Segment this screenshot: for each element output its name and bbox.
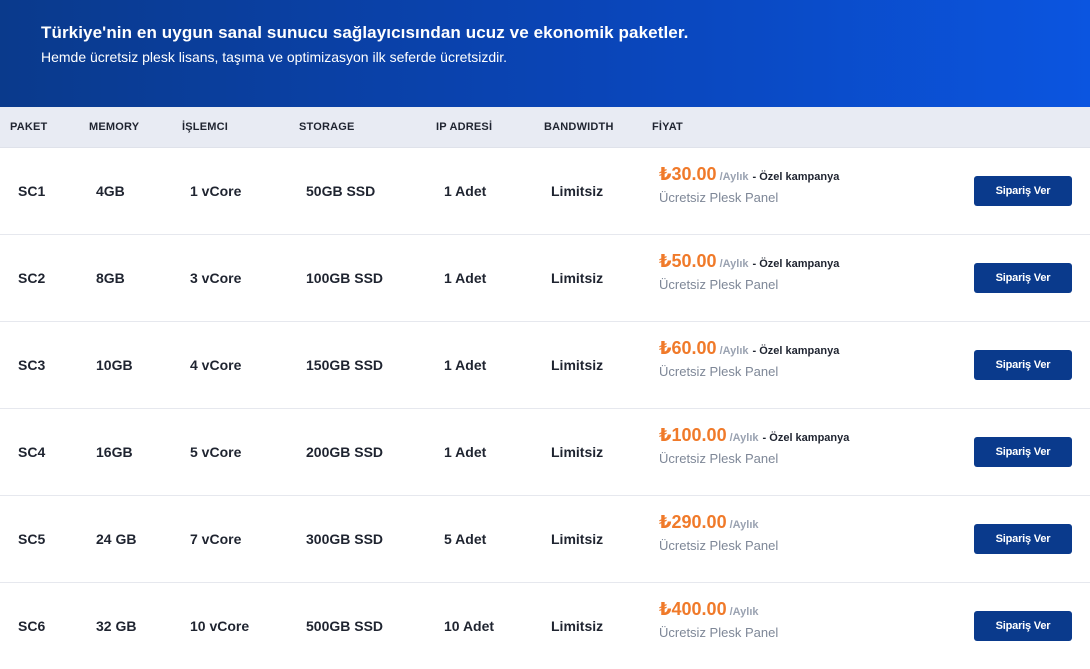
- header-memory: MEMORY: [89, 121, 140, 133]
- plesk-note: Ücretsiz Plesk Panel: [659, 451, 779, 466]
- price-block: ₺50.00/Aylık - Özel kampanya Ücretsiz Ple…: [659, 251, 839, 292]
- hero-banner: Türkiye'nin en uygun sanal sunucu sağlay…: [0, 0, 1090, 107]
- campaign-label: - Özel kampanya: [762, 432, 850, 444]
- price-period: /Aylık: [719, 258, 749, 270]
- price-block: ₺290.00/Aylık Ücretsiz Plesk Panel: [659, 512, 778, 553]
- price-value: ₺100.00: [659, 425, 727, 445]
- price-block: ₺400.00/Aylık Ücretsiz Plesk Panel: [659, 599, 778, 640]
- package-table-body: SC1 4GB 1 vCore 50GB SSD 1 Adet Limitsiz…: [0, 148, 1090, 669]
- cell-storage: 300GB SSD: [306, 531, 384, 547]
- price-period: /Aylık: [729, 606, 759, 618]
- cell-bandwidth: Limitsiz: [551, 618, 604, 634]
- campaign-label: - Özel kampanya: [752, 171, 840, 183]
- table-row: SC4 16GB 5 vCore 200GB SSD 1 Adet Limits…: [0, 409, 1090, 496]
- cell-memory: 8GB: [96, 270, 125, 286]
- header-ip: IP ADRESİ: [436, 121, 493, 133]
- cell-ip: 1 Adet: [444, 183, 487, 199]
- cell-ip: 1 Adet: [444, 444, 487, 460]
- price-period: /Aylık: [719, 345, 749, 357]
- cell-bandwidth: Limitsiz: [551, 444, 604, 460]
- cell-paket: SC3: [18, 357, 46, 373]
- price-value: ₺50.00: [659, 251, 717, 271]
- cell-cpu: 5 vCore: [190, 444, 242, 460]
- plesk-note: Ücretsiz Plesk Panel: [659, 277, 779, 292]
- price-value: ₺400.00: [659, 599, 727, 619]
- cell-storage: 100GB SSD: [306, 270, 384, 286]
- cell-paket: SC4: [18, 444, 46, 460]
- cell-ip: 10 Adet: [444, 618, 495, 634]
- cell-memory: 10GB: [96, 357, 133, 373]
- order-button[interactable]: Sipariş Ver: [974, 611, 1072, 641]
- price-value: ₺60.00: [659, 338, 717, 358]
- plesk-note: Ücretsiz Plesk Panel: [659, 364, 779, 379]
- hero-subtitle: Hemde ücretsiz plesk lisans, taşıma ve o…: [41, 49, 508, 65]
- cell-paket: SC6: [18, 618, 46, 634]
- cell-paket: SC1: [18, 183, 46, 199]
- cell-ip: 1 Adet: [444, 270, 487, 286]
- price-period: /Aylık: [729, 432, 759, 444]
- header-price: FİYAT: [652, 121, 683, 133]
- cell-bandwidth: Limitsiz: [551, 270, 604, 286]
- plesk-note: Ücretsiz Plesk Panel: [659, 625, 779, 640]
- cell-cpu: 7 vCore: [190, 531, 242, 547]
- table-row: SC6 32 GB 10 vCore 500GB SSD 10 Adet Lim…: [0, 583, 1090, 669]
- table-row: SC2 8GB 3 vCore 100GB SSD 1 Adet Limitsi…: [0, 235, 1090, 322]
- header-storage: STORAGE: [299, 121, 355, 133]
- cell-memory: 24 GB: [96, 531, 137, 547]
- plesk-note: Ücretsiz Plesk Panel: [659, 190, 779, 205]
- cell-memory: 4GB: [96, 183, 125, 199]
- cell-storage: 50GB SSD: [306, 183, 376, 199]
- cell-bandwidth: Limitsiz: [551, 183, 604, 199]
- order-button[interactable]: Sipariş Ver: [974, 524, 1072, 554]
- campaign-label: - Özel kampanya: [752, 345, 840, 357]
- cell-paket: SC5: [18, 531, 46, 547]
- hero-title: Türkiye'nin en uygun sanal sunucu sağlay…: [41, 23, 689, 42]
- cell-ip: 5 Adet: [444, 531, 487, 547]
- price-block: ₺30.00/Aylık - Özel kampanya Ücretsiz Ple…: [659, 164, 839, 205]
- cell-ip: 1 Adet: [444, 357, 487, 373]
- price-period: /Aylık: [719, 171, 749, 183]
- header-bandwidth: BANDWIDTH: [544, 121, 614, 133]
- price-value: ₺30.00: [659, 164, 717, 184]
- table-row: SC1 4GB 1 vCore 50GB SSD 1 Adet Limitsiz…: [0, 148, 1090, 235]
- order-button[interactable]: Sipariş Ver: [974, 437, 1072, 467]
- cell-storage: 200GB SSD: [306, 444, 384, 460]
- price-period: /Aylık: [729, 519, 759, 531]
- header-cpu: İŞLEMCI: [182, 121, 229, 133]
- cell-storage: 500GB SSD: [306, 618, 384, 634]
- order-button[interactable]: Sipariş Ver: [974, 263, 1072, 293]
- table-header: PAKET MEMORY İŞLEMCI STORAGE IP ADRESİ B…: [0, 107, 1090, 148]
- cell-storage: 150GB SSD: [306, 357, 384, 373]
- price-block: ₺100.00/Aylık - Özel kampanya Ücretsiz Pl…: [659, 425, 849, 466]
- header-paket: PAKET: [10, 121, 48, 133]
- price-value: ₺290.00: [659, 512, 727, 532]
- cell-cpu: 3 vCore: [190, 270, 242, 286]
- price-block: ₺60.00/Aylık - Özel kampanya Ücretsiz Ple…: [659, 338, 839, 379]
- table-row: SC5 24 GB 7 vCore 300GB SSD 5 Adet Limit…: [0, 496, 1090, 583]
- order-button[interactable]: Sipariş Ver: [974, 350, 1072, 380]
- cell-bandwidth: Limitsiz: [551, 531, 604, 547]
- cell-bandwidth: Limitsiz: [551, 357, 604, 373]
- order-button[interactable]: Sipariş Ver: [974, 176, 1072, 206]
- cell-memory: 32 GB: [96, 618, 137, 634]
- cell-memory: 16GB: [96, 444, 133, 460]
- cell-cpu: 10 vCore: [190, 618, 250, 634]
- cell-paket: SC2: [18, 270, 46, 286]
- plesk-note: Ücretsiz Plesk Panel: [659, 538, 779, 553]
- table-row: SC3 10GB 4 vCore 150GB SSD 1 Adet Limits…: [0, 322, 1090, 409]
- cell-cpu: 4 vCore: [190, 357, 242, 373]
- cell-cpu: 1 vCore: [190, 183, 242, 199]
- campaign-label: - Özel kampanya: [752, 258, 840, 270]
